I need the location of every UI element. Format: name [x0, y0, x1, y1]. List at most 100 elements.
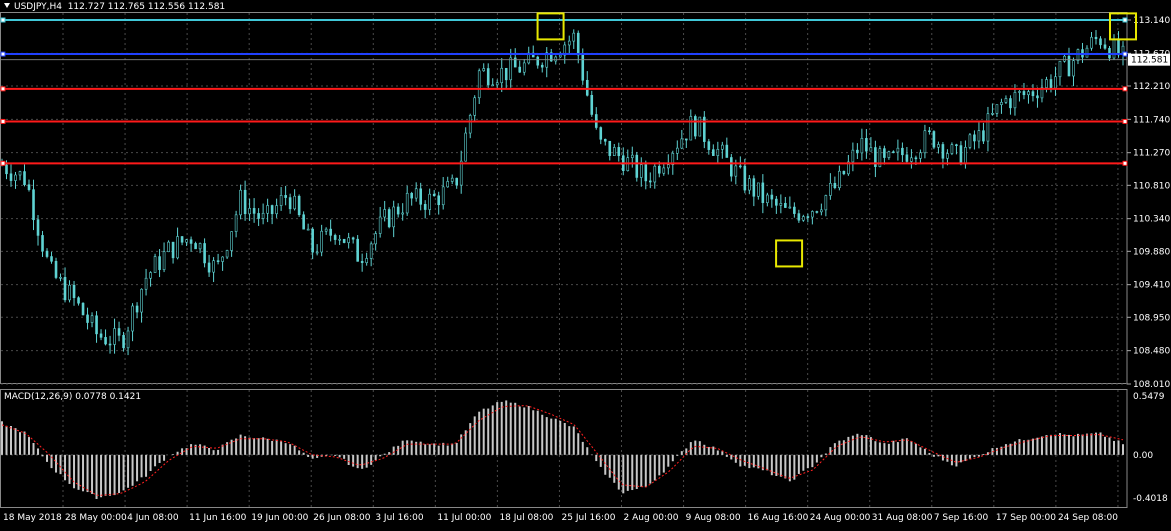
candle-body	[194, 243, 197, 250]
candle-body	[419, 188, 422, 205]
candle-body	[612, 147, 616, 156]
candle-body	[482, 68, 486, 72]
candle-body	[883, 148, 886, 158]
candle-body	[639, 164, 643, 178]
candle-body	[54, 260, 58, 278]
chart-canvas[interactable]: 113.140112.670112.210111.740111.270110.8…	[0, 0, 1171, 527]
trading-chart-window[interactable]: 113.140112.670112.210111.740111.270110.8…	[0, 0, 1171, 527]
candle-body	[14, 174, 17, 181]
candle-body	[297, 195, 301, 216]
candle-body	[662, 167, 666, 174]
candle-body	[32, 189, 35, 221]
macd-axis-label: -0.4018	[1133, 494, 1168, 504]
candle-body	[815, 211, 819, 213]
candle-body	[284, 195, 287, 198]
candle-body	[36, 219, 40, 236]
candle-body	[455, 177, 459, 186]
candle-body	[923, 130, 927, 154]
candle-body	[243, 189, 247, 215]
candle-body	[405, 192, 409, 214]
candle-body	[342, 238, 346, 243]
price-axis-label: 111.270	[1133, 149, 1170, 159]
candle-body	[495, 82, 499, 86]
candle-body	[919, 152, 922, 159]
candle-body	[1099, 38, 1102, 46]
chart-menu-triangle-icon[interactable]	[4, 3, 10, 8]
candle-body	[207, 262, 211, 273]
candle-body	[1094, 36, 1098, 40]
candle-body	[558, 54, 562, 58]
time-axis-label: 28 May 00:00	[65, 513, 127, 523]
candle-body	[396, 206, 400, 215]
candle-body	[239, 189, 242, 216]
candle-body	[770, 194, 774, 200]
candle-body	[410, 192, 413, 199]
candle-body	[748, 178, 751, 191]
candle-body	[1117, 38, 1120, 56]
candle-body	[910, 157, 913, 162]
time-axis-label: 18 Jul 08:00	[499, 513, 553, 523]
candle-body	[333, 235, 337, 240]
highlight-box-2	[775, 239, 804, 268]
candle-body	[158, 256, 161, 270]
candle-body	[752, 178, 756, 197]
candle-body	[513, 57, 517, 68]
candle-body	[630, 154, 634, 159]
candle-body	[122, 335, 125, 349]
time-axis-label: 24 Aug 00:00	[810, 513, 871, 523]
time-axis-label: 11 Jul 00:00	[437, 513, 491, 523]
time-axis-label: 16 Aug 16:00	[748, 513, 809, 523]
candle-body	[941, 144, 945, 159]
candle-body	[1036, 95, 1039, 99]
candle-body	[576, 32, 580, 56]
candle-body	[104, 337, 107, 345]
candle-body	[694, 116, 697, 137]
candle-body	[689, 116, 693, 141]
macd-axis-label: 0.00	[1133, 451, 1153, 461]
time-axis-label: 3 Jul 16:00	[375, 513, 424, 523]
candle-body	[369, 243, 373, 259]
candle-body	[437, 195, 440, 206]
candle-body	[9, 173, 13, 181]
support-level-line-3-handle-right	[1122, 160, 1128, 166]
candle-body	[162, 251, 166, 270]
candle-body	[45, 250, 49, 257]
candle-body	[311, 228, 314, 253]
candle-body	[360, 261, 364, 263]
blue-level-line-handle-left	[0, 51, 6, 57]
candle-body	[648, 180, 652, 183]
candle-body	[599, 127, 603, 140]
candle-body	[180, 236, 184, 243]
candle-body	[554, 56, 558, 62]
candle-body	[712, 149, 715, 156]
candle-body	[635, 154, 639, 178]
price-axis-label: 113.140	[1133, 16, 1170, 26]
candle-body	[374, 233, 377, 245]
candle-body	[59, 276, 62, 279]
candle-body	[509, 57, 513, 81]
candle-body	[932, 131, 936, 148]
candle-body	[829, 183, 832, 196]
candle-body	[135, 305, 139, 313]
candle-body	[856, 149, 859, 154]
candle-body	[991, 113, 994, 115]
candle-body	[581, 54, 585, 81]
candle-body	[842, 170, 846, 175]
time-axis-label: 24 Sep 08:00	[1058, 513, 1118, 523]
candle-body	[171, 241, 175, 259]
candle-body	[212, 260, 215, 273]
candle-body	[788, 206, 792, 209]
current-price-label: 112.581	[1131, 56, 1168, 66]
candle-body	[149, 272, 152, 279]
candle-body	[500, 67, 504, 84]
candle-body	[1112, 38, 1116, 59]
candle-body	[477, 70, 481, 99]
blue-level-line-handle-right	[1122, 51, 1128, 57]
candle-body	[126, 330, 130, 349]
candle-body	[757, 182, 760, 197]
candle-body	[725, 144, 729, 158]
price-axis-label: 112.210	[1133, 82, 1170, 92]
candle-body	[428, 193, 431, 210]
candle-body	[585, 79, 589, 96]
candle-body	[982, 130, 985, 142]
